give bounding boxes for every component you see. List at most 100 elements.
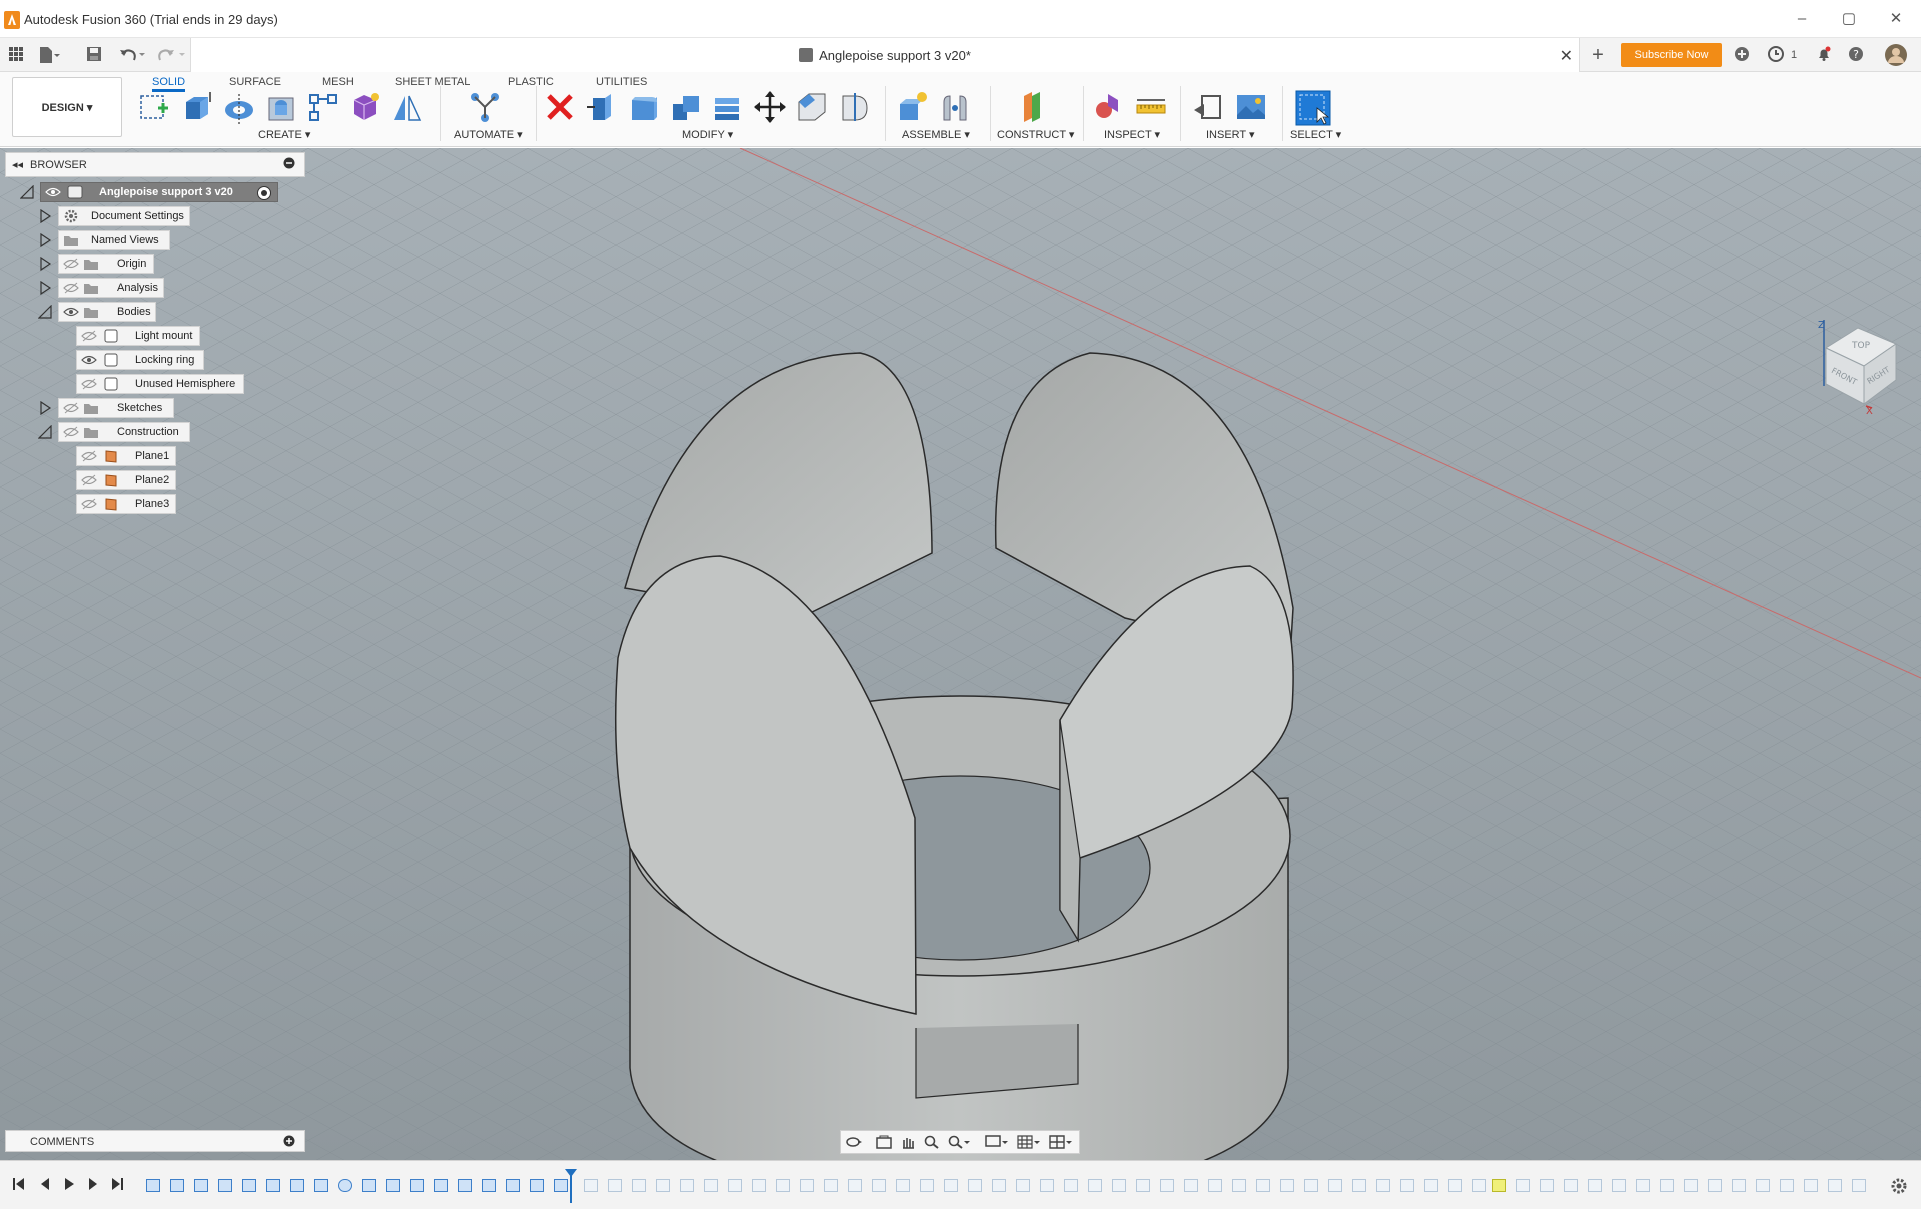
fit-zoom-icon[interactable]	[947, 1135, 970, 1149]
timeline-feature-suppressed[interactable]	[1828, 1179, 1842, 1192]
viewports-icon[interactable]	[1049, 1135, 1072, 1149]
group-automate[interactable]: AUTOMATE ▾	[454, 128, 523, 141]
insert-canvas-icon[interactable]	[1234, 90, 1268, 124]
timeline-feature-suppressed[interactable]	[1564, 1179, 1578, 1192]
undo-icon[interactable]	[118, 46, 145, 64]
canvas-viewport[interactable]: TOP FRONT RIGHT Z X	[0, 148, 1921, 1160]
create-sketch-icon[interactable]	[138, 90, 172, 124]
expand-document-settings-icon[interactable]	[38, 208, 52, 224]
create-form-icon[interactable]	[348, 90, 382, 124]
collapse-root-icon[interactable]	[19, 184, 34, 199]
timeline-feature-suppressed[interactable]	[1448, 1179, 1462, 1192]
timeline-feature-suppressed[interactable]	[1472, 1179, 1486, 1192]
visibility-eye-hidden-icon[interactable]	[63, 282, 79, 294]
visibility-eye-icon[interactable]	[45, 186, 61, 198]
hole-icon[interactable]	[264, 90, 298, 124]
combine-icon[interactable]	[669, 90, 703, 124]
timeline-feature-suppressed[interactable]	[1660, 1179, 1674, 1192]
timeline-feature[interactable]	[554, 1179, 568, 1192]
timeline-feature-suppressed[interactable]	[1040, 1179, 1054, 1192]
save-icon[interactable]	[84, 46, 104, 64]
timeline-feature-suppressed[interactable]	[1160, 1179, 1174, 1192]
browser-item-document-settings[interactable]: Document Settings	[58, 206, 190, 226]
extrude-icon[interactable]	[180, 90, 214, 124]
timeline-feature-suppressed[interactable]	[656, 1179, 670, 1192]
timeline-feature-suppressed[interactable]	[1708, 1179, 1722, 1192]
timeline-feature-suppressed[interactable]	[680, 1179, 694, 1192]
tab-sheet-metal[interactable]: SHEET METAL	[395, 72, 470, 92]
browser-item-plane1[interactable]: Plane1	[76, 446, 176, 466]
timeline-next-icon[interactable]	[84, 1177, 102, 1193]
tab-utilities[interactable]: UTILITIES	[596, 72, 647, 92]
group-create[interactable]: CREATE ▾	[258, 128, 310, 141]
browser-item-named-views[interactable]: Named Views	[58, 230, 170, 250]
timeline-feature-suppressed[interactable]	[1256, 1179, 1270, 1192]
new-tab-button[interactable]: +	[1588, 45, 1608, 65]
measure-icon[interactable]	[1134, 90, 1168, 124]
orbit-icon[interactable]	[845, 1135, 863, 1149]
browser-item-locking-ring[interactable]: Locking ring	[76, 350, 204, 370]
visibility-eye-hidden-icon[interactable]	[81, 474, 97, 486]
offset-plane-icon[interactable]	[1016, 90, 1050, 124]
comments-panel[interactable]: COMMENTS	[5, 1130, 305, 1152]
close-tab-button[interactable]: ✕	[1560, 46, 1573, 66]
timeline-feature-suppressed[interactable]	[1232, 1179, 1246, 1192]
timeline-feature-suppressed[interactable]	[1304, 1179, 1318, 1192]
offset-face-icon[interactable]	[711, 90, 745, 124]
visibility-eye-icon[interactable]	[81, 354, 97, 366]
expand-sketches-icon[interactable]	[38, 400, 52, 416]
timeline-feature-suppressed[interactable]	[1016, 1179, 1030, 1192]
tab-plastic[interactable]: PLASTIC	[508, 72, 554, 92]
timeline-feature-suppressed[interactable]	[608, 1179, 622, 1192]
timeline-feature-suppressed[interactable]	[1112, 1179, 1126, 1192]
visibility-eye-hidden-icon[interactable]	[81, 378, 97, 390]
timeline-feature[interactable]	[386, 1179, 400, 1192]
visibility-eye-hidden-icon[interactable]	[63, 258, 79, 270]
group-modify[interactable]: MODIFY ▾	[682, 128, 733, 141]
timeline-feature-suppressed[interactable]	[1780, 1179, 1794, 1192]
pan-hand-icon[interactable]	[899, 1135, 917, 1149]
browser-item-sketches[interactable]: Sketches	[58, 398, 174, 418]
timeline-feature[interactable]	[338, 1179, 352, 1192]
timeline-feature[interactable]	[482, 1179, 496, 1192]
group-construct[interactable]: CONSTRUCT ▾	[997, 128, 1074, 141]
timeline-last-icon[interactable]	[108, 1177, 126, 1193]
timeline-feature-suppressed[interactable]	[1208, 1179, 1222, 1192]
timeline-feature-suppressed[interactable]	[944, 1179, 958, 1192]
visibility-eye-hidden-icon[interactable]	[81, 498, 97, 510]
timeline-previous-icon[interactable]	[36, 1177, 54, 1193]
timeline-feature-suppressed[interactable]	[1756, 1179, 1770, 1192]
collapse-construction-icon[interactable]	[37, 424, 52, 439]
revolve-icon[interactable]	[222, 90, 256, 124]
automate-icon[interactable]	[468, 90, 502, 124]
timeline-feature-suppressed[interactable]	[1400, 1179, 1414, 1192]
timeline-play-icon[interactable]	[60, 1177, 78, 1193]
subscribe-now-button[interactable]: Subscribe Now	[1621, 43, 1722, 67]
timeline-feature-suppressed[interactable]	[1424, 1179, 1438, 1192]
timeline-feature-suppressed[interactable]	[752, 1179, 766, 1192]
timeline-feature-suppressed[interactable]	[824, 1179, 838, 1192]
timeline-feature-suppressed[interactable]	[1732, 1179, 1746, 1192]
timeline-feature-suppressed[interactable]	[920, 1179, 934, 1192]
interference-icon[interactable]	[1092, 90, 1126, 124]
timeline-feature-suppressed[interactable]	[704, 1179, 718, 1192]
close-window-button[interactable]: ✕	[1876, 6, 1916, 32]
activate-component-icon[interactable]	[256, 185, 272, 201]
visibility-eye-hidden-icon[interactable]	[81, 450, 97, 462]
timeline-feature-suppressed[interactable]	[728, 1179, 742, 1192]
timeline-feature-suppressed[interactable]	[1064, 1179, 1078, 1192]
timeline-feature[interactable]	[290, 1179, 304, 1192]
timeline-feature-highlighted[interactable]	[1492, 1179, 1506, 1192]
timeline-first-icon[interactable]	[10, 1177, 28, 1193]
tab-solid[interactable]: SOLID	[152, 72, 186, 92]
timeline-feature[interactable]	[146, 1179, 160, 1192]
timeline-feature-suppressed[interactable]	[1184, 1179, 1198, 1192]
model-canvas[interactable]: TOP FRONT RIGHT Z X	[0, 148, 1921, 1160]
expand-analysis-icon[interactable]	[38, 280, 52, 296]
group-insert[interactable]: INSERT ▾	[1206, 128, 1255, 141]
timeline-feature[interactable]	[434, 1179, 448, 1192]
timeline-feature-suppressed[interactable]	[1804, 1179, 1818, 1192]
timeline-feature-suppressed[interactable]	[1684, 1179, 1698, 1192]
apps-grid-icon[interactable]	[6, 46, 26, 64]
extensions-icon[interactable]	[1732, 46, 1752, 64]
